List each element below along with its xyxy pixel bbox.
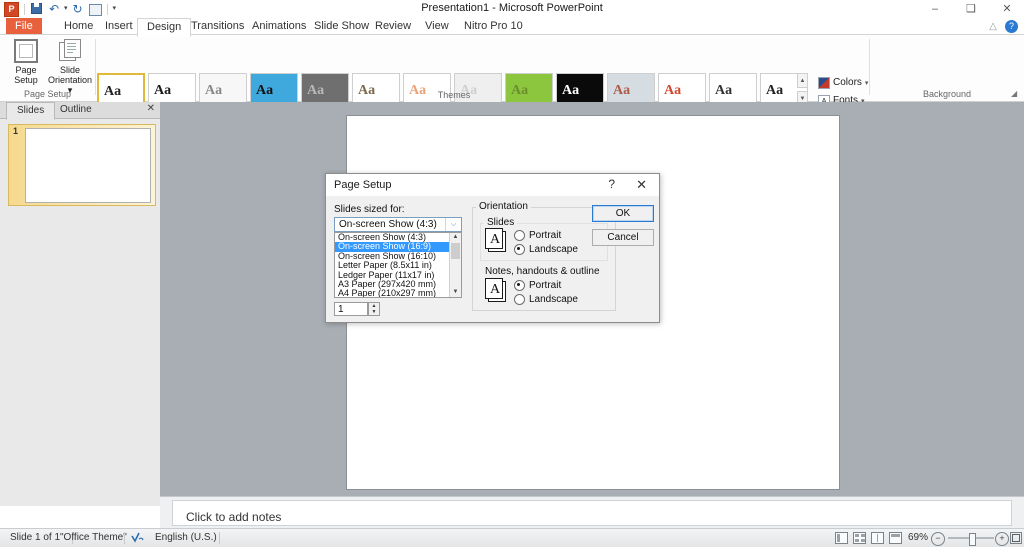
tab-file[interactable]: File [6, 18, 42, 35]
slides-pane: ✕ SlidesOutline 1 [0, 102, 160, 506]
zoom-in-button[interactable]: + [995, 532, 1009, 546]
number-slides-spinner[interactable]: ▲ ▼ [368, 302, 380, 316]
status-divider-2 [124, 532, 125, 544]
slide-thumbnail-preview[interactable] [25, 128, 151, 203]
theme-name[interactable]: "Office Theme" [60, 532, 127, 543]
spell-check-icon[interactable] [131, 532, 147, 547]
orientation-label: Orientation [476, 201, 531, 212]
size-option-7[interactable]: A4 Paper (210x297 mm) [335, 289, 452, 298]
spinner-down-icon[interactable]: ▼ [369, 309, 379, 315]
chevron-down-icon[interactable]: ▾ [865, 79, 869, 87]
themes-scroll-up-button[interactable]: ▲ [797, 73, 808, 88]
dialog-title: Page Setup [334, 179, 392, 191]
notes-portrait-radio[interactable]: Portrait [514, 280, 561, 291]
slides-portrait-radio[interactable]: Portrait [514, 230, 561, 241]
page-setup-button[interactable]: Page Setup [4, 39, 48, 85]
slide-show-button[interactable] [889, 532, 902, 544]
tab-design[interactable]: Design [137, 18, 191, 37]
listbox-scrollbar[interactable]: ▲ ▼ [449, 233, 461, 297]
group-label-themes: Themes [97, 90, 811, 100]
listbox-scroll-up-button[interactable]: ▲ [450, 233, 461, 242]
dialog-help-icon[interactable]: ? [608, 177, 615, 191]
status-bar: Slide 1 of 1 "Office Theme" English (U.S… [0, 528, 1024, 547]
notes-placeholder: Click to add notes [186, 510, 281, 524]
ribbon: Page Setup Slide Orientation ▾ Page Setu… [0, 35, 1024, 102]
tab-view[interactable]: View [416, 18, 458, 35]
slides-page-preview-icon: A [485, 228, 507, 252]
ribbon-tab-strip: FileHomeInsertDesignTransitionsAnimation… [0, 18, 1024, 35]
ribbon-group-page-setup: Page Setup Slide Orientation ▾ Page Setu… [0, 35, 95, 100]
ribbon-separator-1 [95, 39, 96, 95]
normal-view-button[interactable] [835, 532, 848, 544]
close-pane-icon[interactable]: ✕ [147, 103, 155, 114]
ok-button[interactable]: OK [592, 205, 654, 222]
zoom-out-button[interactable]: − [931, 532, 945, 546]
slides-landscape-radio[interactable]: Landscape [514, 244, 578, 255]
language-indicator[interactable]: English (U.S.) [155, 532, 217, 543]
pane-tab-outline[interactable]: Outline [50, 102, 102, 118]
slides-sized-for-label: Slides sized for: [334, 204, 405, 215]
title-bar: P ↶ ▾ ↻ ▾ Presentation1 - Microsoft Powe… [0, 0, 1024, 19]
slide-number: 1 [13, 126, 18, 136]
tab-nitro-pro-10[interactable]: Nitro Pro 10 [455, 18, 532, 35]
listbox-scroll-down-button[interactable]: ▼ [450, 288, 461, 297]
slide-size-listbox[interactable]: On-screen Show (4:3)On-screen Show (16:9… [334, 232, 462, 298]
page-setup-dialog[interactable]: Page Setup ? ✕ Slides sized for: On-scre… [325, 173, 660, 323]
minimize-ribbon-icon[interactable]: △ [989, 21, 997, 32]
number-slides-from-value: 1 [338, 304, 344, 315]
minimize-button[interactable]: – [924, 2, 946, 16]
group-label-page-setup: Page Setup [0, 89, 95, 99]
cancel-button[interactable]: Cancel [592, 229, 654, 246]
notes-pane: Click to add notes [160, 496, 1024, 529]
powerpoint-window: P ↶ ▾ ↻ ▾ Presentation1 - Microsoft Powe… [0, 0, 1024, 546]
zoom-level[interactable]: 69% [908, 532, 928, 543]
close-button[interactable]: ✕ [996, 2, 1018, 16]
pane-tab-slides[interactable]: Slides [6, 102, 55, 120]
radio-indicator [514, 230, 525, 241]
help-icon[interactable]: ? [1005, 20, 1018, 33]
tab-insert[interactable]: Insert [96, 18, 142, 35]
page-setup-icon [14, 39, 38, 63]
slides-pane-tabs: ✕ SlidesOutline [0, 102, 160, 119]
slide-indicator[interactable]: Slide 1 of 1 [10, 532, 60, 543]
colors-icon [818, 77, 830, 89]
notes-group-label: Notes, handouts & outline [482, 266, 603, 277]
listbox-scroll-thumb[interactable] [451, 243, 460, 259]
reading-view-button[interactable] [871, 532, 884, 544]
number-slides-from-input[interactable]: 1 [334, 302, 368, 316]
app-title: Presentation1 - Microsoft PowerPoint [0, 2, 1024, 14]
chevron-down-icon[interactable]: ⌵ [445, 218, 461, 231]
colors-label: Colors [833, 77, 862, 88]
combobox-value: On-screen Show (4:3) [339, 219, 437, 230]
restore-button[interactable]: ❑ [960, 2, 982, 16]
group-label-background: Background [870, 89, 1024, 99]
slide-sorter-view-button[interactable] [853, 532, 866, 544]
zoom-slider-thumb[interactable] [969, 533, 976, 546]
radio-indicator [514, 294, 525, 305]
status-divider-3 [219, 532, 220, 544]
slide-thumbnail-item[interactable]: 1 [8, 124, 156, 206]
dialog-close-icon[interactable]: ✕ [636, 177, 647, 193]
notes-landscape-radio[interactable]: Landscape [514, 294, 578, 305]
background-dialog-launcher[interactable]: ◢ [1011, 89, 1020, 98]
tab-review[interactable]: Review [366, 18, 420, 35]
slides-sized-for-combobox[interactable]: On-screen Show (4:3) ⌵ [334, 217, 462, 232]
slides-group-label: Slides [484, 217, 517, 228]
ribbon-group-background: Background Styles ▾ Hide Background Grap… [870, 35, 1024, 100]
notes-page-preview-icon: A [485, 278, 507, 302]
radio-indicator-selected [514, 244, 525, 255]
view-buttons [835, 532, 902, 544]
dialog-title-bar: Page Setup ? ✕ [326, 174, 659, 197]
radio-indicator-selected [514, 280, 525, 291]
colors-button[interactable]: Colors▾ [818, 75, 870, 90]
fit-to-window-icon[interactable] [1010, 532, 1022, 544]
notes-input[interactable]: Click to add notes [172, 500, 1012, 526]
window-controls: – ❑ ✕ [924, 0, 1018, 18]
slide-orientation-icon [58, 39, 82, 63]
slide-orientation-button[interactable]: Slide Orientation ▾ [46, 39, 94, 95]
